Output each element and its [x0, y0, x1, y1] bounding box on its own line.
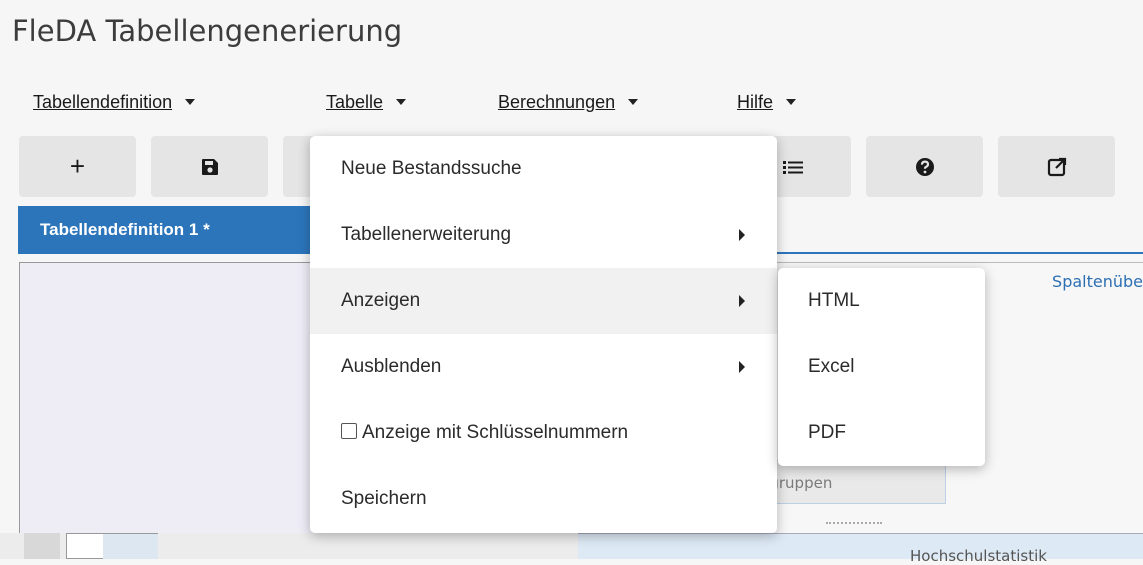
caret-down-icon	[396, 99, 407, 105]
menu-item-label: Tabellenerweiterung	[341, 224, 512, 245]
menu-item-label: Neue Bestandssuche	[341, 158, 522, 179]
submenu-item-label: PDF	[808, 422, 846, 443]
submenu-arrow-icon	[739, 229, 745, 241]
submenu-item-html[interactable]: HTML	[778, 268, 985, 334]
add-button[interactable]: +	[19, 136, 136, 197]
help-button[interactable]	[866, 136, 983, 197]
plus-icon: +	[69, 151, 86, 181]
caret-down-icon	[185, 99, 196, 105]
caret-down-icon	[786, 99, 797, 105]
menu-item-label: Ausblenden	[341, 356, 442, 377]
bottom-text: Hochschulstatistik	[910, 547, 1047, 565]
save-icon	[201, 158, 218, 175]
submenu-item-label: HTML	[808, 290, 860, 311]
tabelle-dropdown-menu: Neue Bestandssuche Tabellenerweiterung A…	[310, 136, 777, 533]
menu-item-tabellenerweiterung[interactable]: Tabellenerweiterung	[310, 202, 777, 268]
submenu-item-label: Excel	[808, 356, 855, 377]
open-external-button[interactable]	[998, 136, 1115, 197]
column-header-label: Spaltenübe	[1052, 272, 1143, 291]
submenu-arrow-icon	[739, 295, 745, 307]
external-link-icon	[1047, 157, 1066, 176]
menu-tabellendefinition-label: Tabellendefinition	[33, 92, 173, 112]
menu-item-neue-bestandssuche[interactable]: Neue Bestandssuche	[310, 136, 777, 202]
caret-down-icon	[628, 99, 639, 105]
menu-hilfe[interactable]: Hilfe	[737, 92, 797, 113]
menubar: Tabellendefinition Tabelle Berechnungen …	[0, 88, 1143, 120]
submenu-item-excel[interactable]: Excel	[778, 334, 985, 400]
menu-item-anzeige-mit-schluesselnummern[interactable]: Anzeige mit Schlüsselnummern	[310, 400, 777, 466]
tab-tabellendefinition-1[interactable]: Tabellendefinition 1 *	[18, 206, 318, 252]
submenu-arrow-icon	[739, 361, 745, 373]
menu-item-label: Anzeige mit Schlüsselnummern	[362, 422, 629, 443]
menu-item-label: Speichern	[341, 488, 427, 509]
bottom-field[interactable]	[66, 533, 158, 559]
menu-item-anzeigen[interactable]: Anzeigen	[310, 268, 777, 334]
menu-tabelle[interactable]: Tabelle	[326, 92, 407, 113]
anzeigen-submenu: HTML Excel PDF	[778, 268, 985, 466]
app-title: FleDA Tabellengenerierung	[12, 14, 403, 48]
checkbox-icon[interactable]	[341, 423, 357, 439]
menu-tabelle-label: Tabelle	[326, 92, 384, 112]
bottom-cell	[24, 533, 60, 559]
help-icon	[915, 157, 934, 176]
list-icon	[782, 160, 803, 174]
bottom-right-area: Hochschulstatistik	[578, 533, 1143, 565]
menu-berechnungen[interactable]: Berechnungen	[498, 92, 639, 113]
menu-berechnungen-label: Berechnungen	[498, 92, 616, 112]
submenu-item-pdf[interactable]: PDF	[778, 400, 985, 466]
menu-item-label: Anzeigen	[341, 290, 421, 311]
menu-tabellendefinition[interactable]: Tabellendefinition	[33, 92, 196, 113]
splitter-handle[interactable]	[826, 522, 882, 524]
menu-item-speichern[interactable]: Speichern	[310, 466, 777, 532]
bottom-field-fill	[103, 534, 158, 559]
save-button[interactable]	[151, 136, 268, 197]
menu-hilfe-label: Hilfe	[737, 92, 774, 112]
menu-item-ausblenden[interactable]: Ausblenden	[310, 334, 777, 400]
